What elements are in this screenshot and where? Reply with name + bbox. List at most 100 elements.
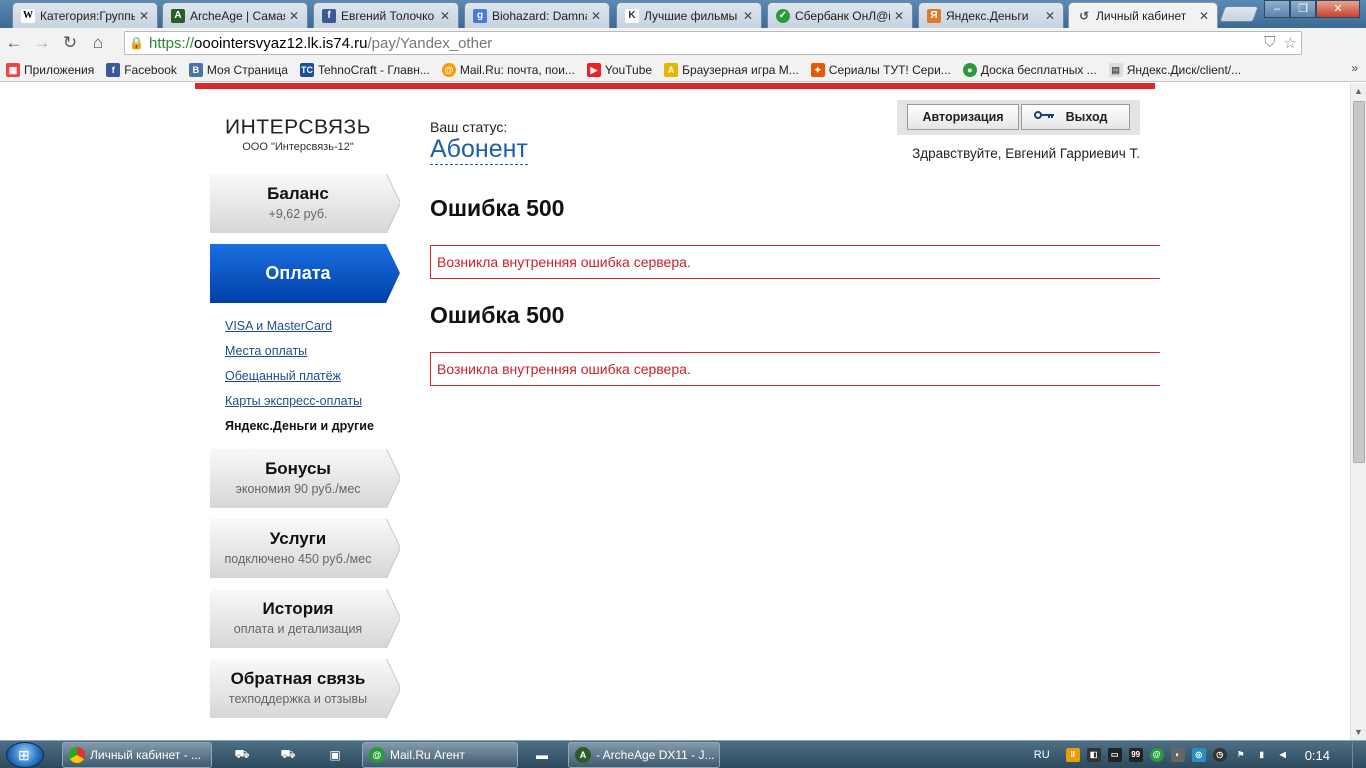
link-express-cards[interactable]: Карты экспресс-оплаты (225, 394, 374, 419)
tab-yandex-money[interactable]: Я Яндекс.Деньги ✕ (918, 2, 1064, 28)
tray-mailru-icon[interactable]: @ (1149, 748, 1164, 762)
close-icon[interactable]: ✕ (139, 9, 149, 23)
tab-sberbank[interactable]: ✓ Сбербанк ОнЛ@й ✕ (767, 2, 913, 28)
link-visa-mastercard[interactable]: VISA и MasterCard (225, 319, 374, 344)
taskbar-mailru-agent[interactable]: @ Mail.Ru Агент (362, 742, 518, 768)
action-center-icon[interactable]: ⚑ (1234, 748, 1248, 762)
forward-icon[interactable]: → (28, 33, 56, 53)
bookmark-mailru[interactable]: @ Mail.Ru: почта, пои... (441, 62, 575, 77)
menu-history[interactable]: История оплата и детализация (210, 589, 400, 648)
tray-app-icon[interactable]: ◧ (1086, 748, 1101, 762)
volume-icon[interactable]: ◀ (1276, 748, 1290, 762)
bookmark-star-icon[interactable]: ☆ (1284, 34, 1297, 52)
tank-icon: ⛟ (280, 747, 296, 761)
bookmark-apps[interactable]: ▦ Приложения (6, 62, 94, 77)
greeting-text: Здравствуйте, Евгений Гарриевич Т. (912, 146, 1140, 161)
menu-payment[interactable]: Оплата (210, 244, 400, 303)
status-value[interactable]: Абонент (430, 134, 528, 165)
tray-app-icon[interactable]: ◐ (1170, 748, 1185, 762)
window-icon: ▬ (536, 748, 548, 762)
bookmark-game[interactable]: A Браузерная игра М... (664, 62, 799, 77)
loading-icon: ↺ (1078, 8, 1090, 23)
close-icon[interactable]: ✕ (743, 9, 753, 23)
tray-app-icon[interactable]: 99 (1128, 748, 1143, 762)
menu-subtitle: техподдержка и отзывы (228, 692, 368, 706)
window-close-button[interactable]: ✕ (1316, 0, 1360, 18)
taskbar-chrome[interactable]: Личный кабинет - ... (62, 742, 212, 768)
lock-icon: 🔒 (129, 36, 144, 50)
menu-feedback[interactable]: Обратная связь техподдержка и отзывы (210, 659, 400, 718)
close-icon[interactable]: ✕ (440, 9, 450, 23)
language-indicator[interactable]: RU (1034, 749, 1050, 761)
logo-subtitle: ООО "Интерсвязь-12" (242, 141, 354, 153)
start-button[interactable]: ⊞ (6, 742, 44, 768)
key-icon (1034, 111, 1054, 119)
tab-title: Категория:Группы (40, 8, 135, 23)
tab-archeage[interactable]: A ArcheAge | Самая ✕ (162, 2, 308, 28)
facebook-icon: f (322, 8, 336, 23)
menu-balance[interactable]: Баланс +9,62 руб. (210, 174, 400, 233)
home-icon[interactable]: ⌂ (84, 33, 112, 53)
company-logo[interactable]: ИНТЕРСВЯЗЬ ООО "Интерсвязь-12" (212, 116, 384, 153)
archeage-icon: A (575, 747, 591, 763)
tray-app-icon[interactable]: ◎ (1191, 748, 1206, 762)
tab-google[interactable]: g Biohazard: Damna ✕ (464, 2, 610, 28)
menu-bonuses[interactable]: Бонусы экономия 90 руб./мес (210, 449, 400, 508)
bookmark-yandex-disk[interactable]: ▤ Яндекс.Диск/client/... (1108, 62, 1241, 77)
scrollbar-thumb[interactable] (1353, 101, 1365, 463)
kinopoisk-icon: K (625, 8, 639, 23)
bookmark-board[interactable]: ● Доска бесплатных ... (962, 62, 1097, 77)
status-label: Ваш статус: (430, 119, 508, 135)
tab-title: Личный кабинет (1096, 8, 1187, 23)
auth-button[interactable]: Авторизация (907, 104, 1019, 130)
taskbar-archeage[interactable]: A - ArcheAge DX11 - J... (568, 742, 720, 768)
bookmarks-overflow-icon[interactable]: » (1351, 61, 1358, 75)
taskbar-app-media[interactable]: ▣ (315, 742, 355, 768)
bookmark-serials[interactable]: ✦ Сериалы ТУТ! Сери... (810, 62, 951, 77)
close-icon[interactable]: ✕ (1199, 9, 1209, 23)
taskbar-app-tank-2[interactable]: ⛟ (268, 742, 308, 768)
bookmark-vk[interactable]: B Моя Страница (188, 62, 288, 77)
tab-kinopoisk[interactable]: K Лучшие фильмы ✕ (616, 2, 762, 28)
taskbar-app-window[interactable]: ▬ (522, 742, 562, 768)
archeage-icon: A (171, 8, 185, 23)
error-message-box: Возникла внутренняя ошибка сервера. (430, 245, 1160, 279)
shield-icon[interactable]: ⛉ (1264, 34, 1275, 52)
link-payment-places[interactable]: Места оплаты (225, 344, 374, 369)
menu-subtitle: подключено 450 руб./мес (224, 552, 372, 566)
error-heading: Ошибка 500 (430, 302, 565, 328)
taskbar-app-tank[interactable]: ⛟ (222, 742, 262, 768)
logout-button[interactable]: Выход (1021, 104, 1130, 130)
new-tab-button[interactable] (1219, 6, 1259, 22)
reload-icon[interactable]: ↻ (56, 33, 84, 53)
tab-facebook[interactable]: f Евгений Толочко ✕ (313, 2, 459, 28)
bookmark-facebook[interactable]: f Facebook (106, 62, 177, 77)
tab-title: ArcheAge | Самая (190, 8, 285, 23)
address-bar[interactable]: 🔒 https://ooointersvyaz12.lk.is74.ru/pay… (124, 31, 1302, 55)
clock[interactable]: 0:14 (1305, 748, 1330, 763)
bookmark-tehnocraft[interactable]: TC TehnoCraft - Главн... (299, 62, 430, 77)
close-icon[interactable]: ✕ (1045, 9, 1055, 23)
maximize-button[interactable]: ❐ (1290, 0, 1316, 18)
close-icon[interactable]: ✕ (289, 9, 299, 23)
page-viewport: ИНТЕРСВЯЗЬ ООО "Интерсвязь-12" Баланс +9… (0, 83, 1350, 740)
tray-app-icon[interactable]: ◷ (1212, 748, 1227, 762)
network-icon[interactable]: ▮ (1255, 748, 1269, 762)
browser-toolbar: ← → ↻ ⌂ 🔒 https://ooointersvyaz12.lk.is7… (0, 28, 1366, 81)
tab-personal-cabinet[interactable]: ↺ Личный кабинет ✕ (1068, 2, 1218, 28)
show-desktop-button[interactable] (1352, 741, 1366, 768)
minimize-button[interactable]: – (1264, 0, 1290, 18)
link-promised-payment[interactable]: Обещанный платёж (225, 369, 374, 394)
scroll-down-icon[interactable]: ▼ (1354, 727, 1363, 737)
sberbank-icon: ✓ (776, 8, 790, 23)
back-icon[interactable]: ← (0, 33, 28, 53)
tray-app-icon[interactable]: II (1065, 748, 1080, 762)
scroll-up-icon[interactable]: ▲ (1354, 86, 1363, 96)
menu-services[interactable]: Услуги подключено 450 руб./мес (210, 519, 400, 578)
tab-wikipedia[interactable]: W Категория:Группы ✕ (12, 2, 158, 28)
close-icon[interactable]: ✕ (591, 9, 601, 23)
page-scrollbar[interactable]: ▲ ▼ (1350, 83, 1366, 740)
close-icon[interactable]: ✕ (894, 9, 904, 23)
bookmark-youtube[interactable]: ▶ YouTube (586, 62, 652, 77)
tray-app-icon[interactable]: ▭ (1107, 748, 1122, 762)
